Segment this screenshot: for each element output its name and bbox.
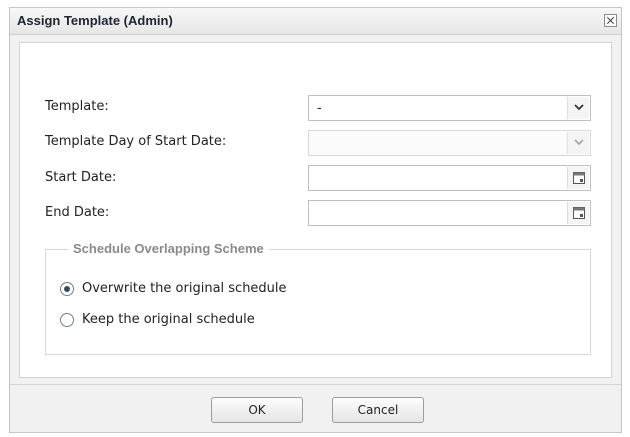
template-label: Template: xyxy=(45,99,109,114)
template-day-dropdown-button[interactable] xyxy=(567,132,589,154)
template-select-value: - xyxy=(317,101,322,116)
assign-template-dialog: Assign Template (Admin) Template: - Temp… xyxy=(9,7,622,433)
overlap-scheme-legend: Schedule Overlapping Scheme xyxy=(68,241,269,256)
template-day-select[interactable] xyxy=(308,130,591,156)
start-date-label: Start Date: xyxy=(45,170,117,185)
dialog-title: Assign Template (Admin) xyxy=(17,13,173,28)
start-date-input[interactable] xyxy=(308,165,591,191)
radio-selected-dot xyxy=(64,286,70,292)
close-icon[interactable] xyxy=(604,14,617,27)
overwrite-radio[interactable] xyxy=(60,282,74,296)
dialog-titlebar: Assign Template (Admin) xyxy=(10,8,621,35)
ok-button[interactable]: OK xyxy=(211,397,303,423)
keep-radio[interactable] xyxy=(60,313,74,327)
footer-divider xyxy=(10,384,621,385)
start-date-calendar-button[interactable] xyxy=(567,167,589,189)
template-select[interactable]: - xyxy=(308,95,591,121)
end-date-input[interactable] xyxy=(308,200,591,226)
overlap-scheme-group: Schedule Overlapping Scheme Overwrite th… xyxy=(45,241,591,355)
cancel-button[interactable]: Cancel xyxy=(332,397,424,423)
keep-option-label: Keep the original schedule xyxy=(82,312,255,327)
end-date-label: End Date: xyxy=(45,205,110,220)
calendar-icon xyxy=(573,207,585,219)
chevron-down-icon xyxy=(574,139,584,146)
template-dropdown-button[interactable] xyxy=(567,97,589,119)
dialog-content: Template: - Template Day of Start Date: … xyxy=(19,42,612,378)
overwrite-option-label: Overwrite the original schedule xyxy=(82,281,287,296)
end-date-calendar-button[interactable] xyxy=(567,202,589,224)
template-day-label: Template Day of Start Date: xyxy=(45,134,227,149)
calendar-icon xyxy=(573,172,585,184)
chevron-down-icon xyxy=(574,104,584,111)
